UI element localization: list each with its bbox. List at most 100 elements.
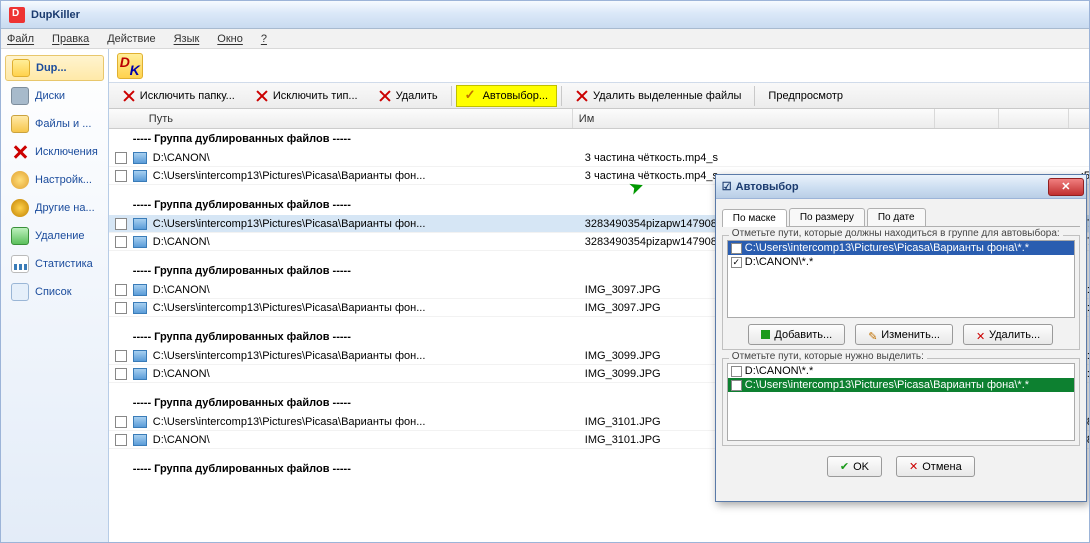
x-icon [575,89,589,103]
col-size[interactable] [935,109,999,128]
toolbar-label: Исключить папку... [140,90,235,102]
list-item[interactable]: ✓D:\CANON\*.* [728,255,1074,269]
menu-lang[interactable]: Язык [174,33,200,45]
sidebar-item-4[interactable]: Настройк... [5,167,104,193]
cell-name: 3 частина чёткость.mp4_s [581,152,943,164]
disk-icon [11,87,29,105]
toolbar-label: Исключить тип... [273,90,358,102]
sidebar-item-1[interactable]: Диски [5,83,104,109]
sidebar-item-label: Настройк... [35,174,92,186]
tab-date[interactable]: По дате [867,208,926,226]
add-button[interactable]: Добавить... [748,324,845,345]
cell-path: C:\Users\intercomp13\Pictures\Picasa\Вар… [151,350,581,362]
list-select[interactable]: D:\CANON\*.*✓C:\Users\intercomp13\Pictur… [727,363,1075,441]
titlebar[interactable]: DupKiller [1,1,1089,29]
dk-icon [12,59,30,77]
list-item[interactable]: D:\CANON\*.* [728,364,1074,378]
toolbar-btn-4[interactable]: Удалить выделенные файлы [566,85,750,107]
list-checkbox[interactable]: ✓ [731,380,742,391]
list-item[interactable]: ✓C:\Users\intercomp13\Pictures\Picasa\Ва… [728,241,1074,255]
row-checkbox[interactable] [113,236,129,248]
menu-help[interactable]: ? [261,33,267,45]
file-icon [133,152,147,164]
cell-path: D:\CANON\ [151,236,581,248]
toolbar-btn-0[interactable]: Исключить папку... [113,85,244,107]
cell-path: C:\Users\intercomp13\Pictures\Picasa\Вар… [151,218,581,230]
menu-edit[interactable]: Правка [52,33,89,45]
app-icon [9,7,25,23]
col-date[interactable] [1069,109,1090,128]
col-path[interactable]: Путь [143,109,573,128]
sidebar-item-label: Исключения [35,146,98,158]
file-icon [133,302,147,314]
dialog-titlebar[interactable]: ☑Автовыбор ✕ [716,175,1086,199]
row-checkbox[interactable] [113,416,129,428]
list-checkbox[interactable] [731,366,742,377]
group-header: ----- Группа дублированных файлов ----- [109,129,1090,149]
cell-path: C:\Users\intercomp13\Pictures\Picasa\Вар… [151,302,581,314]
table-row[interactable]: D:\CANON\3 частина чёткость.mp4_s [109,149,1090,167]
row-checkbox[interactable] [113,152,129,164]
row-checkbox[interactable] [113,368,129,380]
group1-label: Отметьте пути, которые должны находиться… [729,228,1063,239]
list-include[interactable]: ✓C:\Users\intercomp13\Pictures\Picasa\Ва… [727,240,1075,318]
file-icon [133,218,147,230]
row-checkbox[interactable] [113,218,129,230]
menu-file[interactable]: Файл [7,33,34,45]
edit-button[interactable]: Изменить... [855,324,953,345]
excl-icon [11,143,29,161]
sidebar-item-label: Удаление [35,230,85,242]
toolbar-btn-5[interactable]: Предпросмотр [759,85,852,107]
list-checkbox[interactable]: ✓ [731,243,742,254]
sidebar-item-label: Список [35,286,72,298]
gear-icon [11,171,29,189]
sidebar-item-label: Файлы и ... [35,118,91,130]
sidebar-item-0[interactable]: Dup... [5,55,104,81]
toolbar-btn-1[interactable]: Исключить тип... [246,85,367,107]
autoselect-dialog: ☑Автовыбор ✕ По маске По размеру По дате… [715,174,1087,502]
x-icon [378,89,392,103]
ok-button[interactable]: ✔OK [827,456,882,477]
stat-icon [11,255,29,273]
sidebar-item-8[interactable]: Список [5,279,104,305]
sidebar-item-label: Диски [35,90,65,102]
sidebar-item-label: Другие на... [35,202,95,214]
sidebar-item-label: Статистика [35,258,93,270]
list-item[interactable]: ✓C:\Users\intercomp13\Pictures\Picasa\Ва… [728,378,1074,392]
sidebar-item-6[interactable]: Удаление [5,223,104,249]
col-name[interactable]: Им [573,109,935,128]
tab-size[interactable]: По размеру [789,208,865,226]
check-icon [465,89,479,103]
sidebar-item-2[interactable]: Файлы и ... [5,111,104,137]
toolbar-btn-2[interactable]: Удалить [369,85,447,107]
menu-action[interactable]: Действие [107,33,155,45]
cancel-button[interactable]: ✕Отмена [896,456,975,477]
sidebar-item-3[interactable]: Исключения [5,139,104,165]
tab-mask[interactable]: По маске [722,209,787,227]
dialog-title: Автовыбор [736,181,799,193]
list-checkbox[interactable]: ✓ [731,257,742,268]
menu-window[interactable]: Окно [217,33,243,45]
sidebar-item-7[interactable]: Статистика [5,251,104,277]
cell-path: D:\CANON\ [151,434,581,446]
row-checkbox[interactable] [113,284,129,296]
col-type[interactable] [999,109,1069,128]
file-icon [133,416,147,428]
row-checkbox[interactable] [113,302,129,314]
cell-path: D:\CANON\ [151,368,581,380]
toolbar-label: Удалить [396,90,438,102]
sidebar-item-5[interactable]: Другие на... [5,195,104,221]
cell-path: D:\CANON\ [151,284,581,296]
delete-button[interactable]: Удалить... [963,324,1053,345]
window-title: DupKiller [31,9,80,21]
file-icon [133,350,147,362]
row-checkbox[interactable] [113,350,129,362]
toolbar-btn-3[interactable]: Автовыбор... [456,85,557,107]
list-item-label: C:\Users\intercomp13\Pictures\Picasa\Вар… [745,242,1029,254]
file-icon [133,434,147,446]
row-checkbox[interactable] [113,434,129,446]
group-paths-include: Отметьте пути, которые должны находиться… [722,235,1080,350]
toolbar-label: Удалить выделенные файлы [593,90,741,102]
close-button[interactable]: ✕ [1048,178,1084,196]
row-checkbox[interactable] [113,170,129,182]
